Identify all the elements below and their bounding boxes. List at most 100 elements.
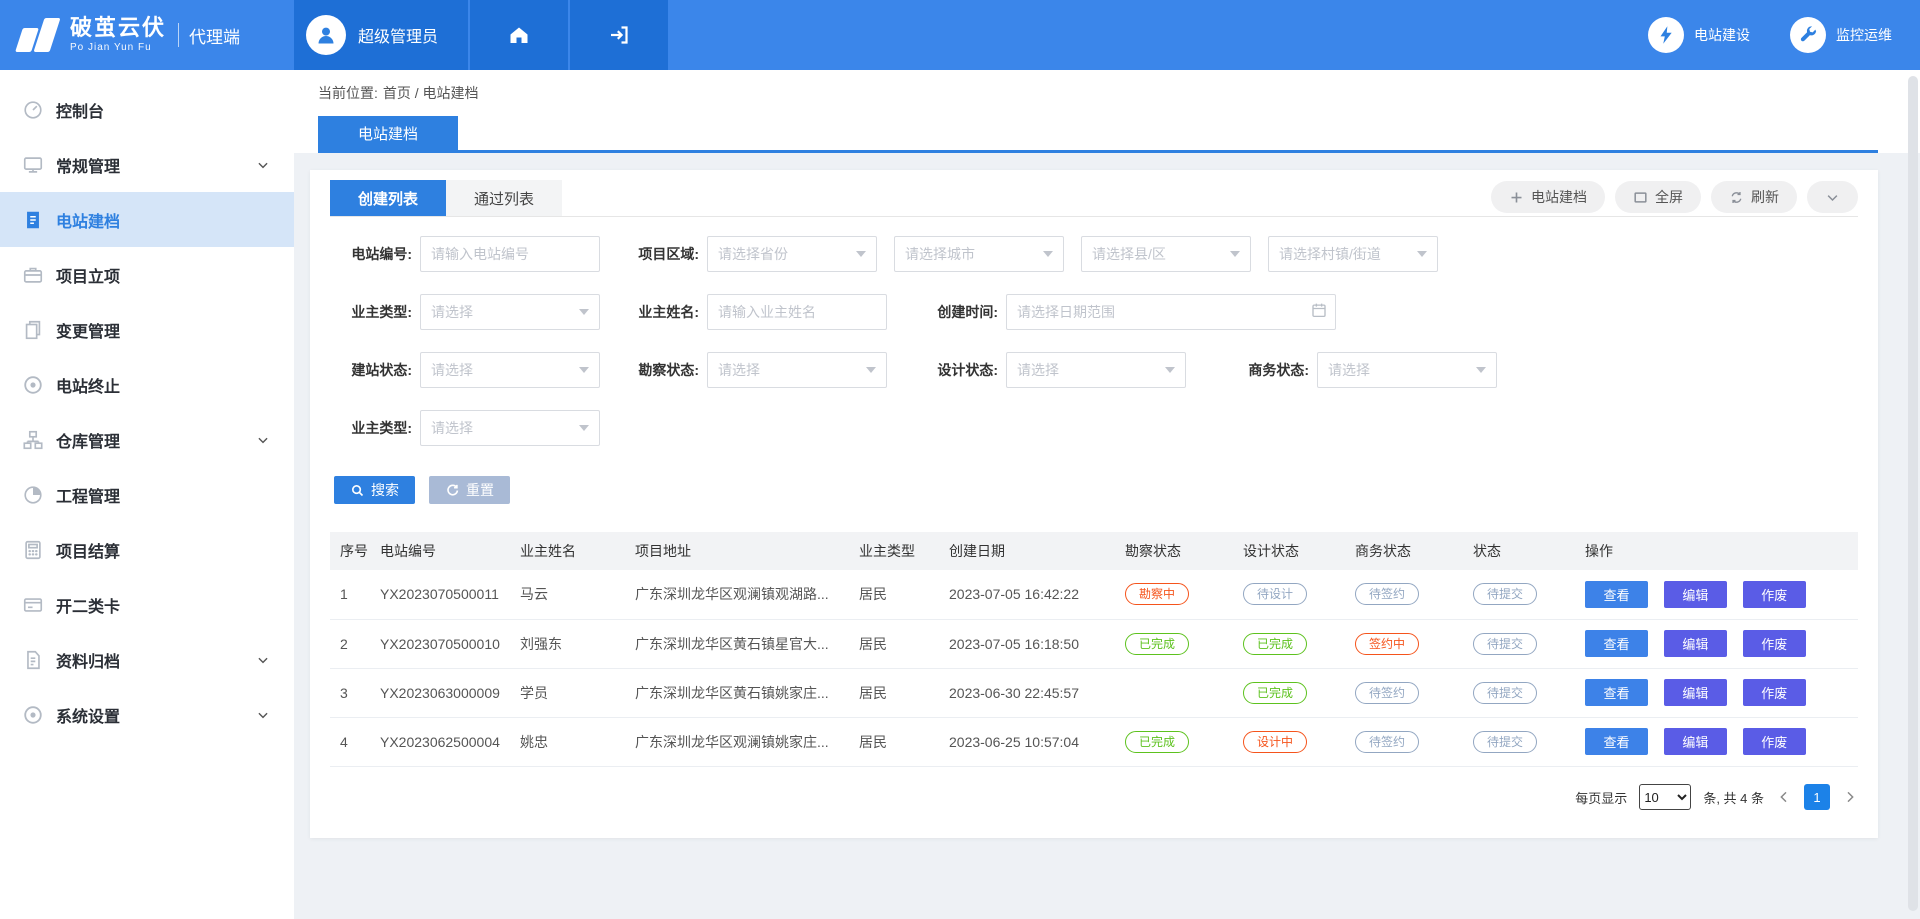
home-icon (507, 23, 531, 47)
owner-type-select[interactable]: 请选择 (420, 294, 600, 330)
fullscreen-icon (1633, 190, 1648, 205)
city-select[interactable]: 请选择城市 (894, 236, 1064, 272)
sidebar-item-console[interactable]: 控制台 (0, 82, 294, 137)
calendar-icon (1310, 301, 1328, 319)
home-button[interactable] (470, 0, 570, 70)
fullscreen-button[interactable]: 全屏 (1615, 181, 1701, 213)
filter-label: 创建时间: (916, 302, 1006, 322)
briefcase-icon (22, 264, 44, 286)
status-badge: 待提交 (1473, 731, 1537, 753)
sidebar-item-data-archive[interactable]: 资料归档 (0, 632, 294, 687)
district-select[interactable]: 请选择县/区 (1081, 236, 1251, 272)
sidebar-item-change-mgmt[interactable]: 变更管理 (0, 302, 294, 357)
survey-status-badge: 已完成 (1125, 731, 1189, 753)
business-status-select[interactable]: 请选择 (1317, 352, 1497, 388)
page-tab-underline (318, 150, 1878, 153)
view-button[interactable]: 查看 (1585, 630, 1648, 657)
sidebar-item-station-archive[interactable]: 电站建档 (0, 192, 294, 247)
search-button[interactable]: 搜索 (334, 476, 415, 504)
edit-button[interactable]: 编辑 (1664, 679, 1727, 706)
build-status-select[interactable]: 请选择 (420, 352, 600, 388)
design-status-select[interactable]: 请选择 (1006, 352, 1186, 388)
sidebar-item-open-card[interactable]: 开二类卡 (0, 577, 294, 632)
per-page-select[interactable]: 10 (1639, 784, 1691, 810)
reset-button[interactable]: 重置 (429, 476, 510, 504)
col-actions: 操作 (1575, 532, 1858, 570)
view-button[interactable]: 查看 (1585, 679, 1648, 706)
station-table: 序号 电站编号 业主姓名 项目地址 业主类型 创建日期 勘察状态 设计状态 商务… (330, 532, 1858, 767)
panel-actions: 电站建档 全屏 刷新 (1491, 181, 1858, 213)
breadcrumb-path[interactable]: 首页 / 电站建档 (383, 83, 479, 103)
page-number-1[interactable]: 1 (1804, 784, 1830, 810)
user-menu[interactable]: 超级管理员 (294, 0, 470, 70)
edit-button[interactable]: 编辑 (1664, 581, 1727, 608)
filter-form: 电站编号: 项目区域: 请选择省份 请选择城市 请选择县/区 请选择村镇/街道 … (330, 236, 1858, 504)
filter-label: 设计状态: (916, 360, 1006, 380)
filter-region: 项目区域: 请选择省份 请选择城市 请选择县/区 请选择村镇/街道 (617, 236, 1438, 272)
filter-label: 业主姓名: (617, 302, 707, 322)
view-button[interactable]: 查看 (1585, 581, 1648, 608)
sidebar-item-general-mgmt[interactable]: 常规管理 (0, 137, 294, 192)
date-range-input[interactable] (1006, 294, 1336, 330)
owner-type-select-2[interactable]: 请选择 (420, 410, 600, 446)
design-status-badge: 设计中 (1243, 731, 1307, 753)
scrollbar[interactable] (1908, 76, 1918, 911)
page-tab-station-archive[interactable]: 电站建档 (318, 116, 458, 150)
total-count-label: 条, 共 4 条 (1703, 788, 1764, 807)
col-status: 状态 (1463, 532, 1575, 570)
avatar (306, 15, 346, 55)
col-code: 电站编号 (370, 532, 510, 570)
user-segment: 超级管理员 (294, 0, 670, 70)
add-station-button[interactable]: 电站建档 (1491, 181, 1605, 213)
filter-created-time: 创建时间: (916, 294, 1336, 330)
per-page-label: 每页显示 (1575, 788, 1627, 807)
void-button[interactable]: 作废 (1743, 728, 1806, 755)
tab-passed-list[interactable]: 通过列表 (446, 180, 562, 216)
prev-page-button[interactable] (1776, 789, 1792, 805)
refresh-button[interactable]: 刷新 (1711, 181, 1797, 213)
sidebar-item-warehouse-mgmt[interactable]: 仓库管理 (0, 412, 294, 467)
collapse-button[interactable] (1807, 181, 1858, 213)
search-icon (350, 483, 365, 498)
filter-survey-status: 勘察状态: 请选择 (617, 352, 887, 388)
sidebar-item-system-settings[interactable]: 系统设置 (0, 687, 294, 742)
owner-name-input[interactable] (707, 294, 887, 330)
void-button[interactable]: 作废 (1743, 581, 1806, 608)
brand-logo-icon (16, 15, 62, 55)
edit-button[interactable]: 编辑 (1664, 630, 1727, 657)
col-created: 创建日期 (939, 532, 1115, 570)
province-select[interactable]: 请选择省份 (707, 236, 877, 272)
sidebar-item-engineering-mgmt[interactable]: 工程管理 (0, 467, 294, 522)
business-status-badge: 待签约 (1355, 682, 1419, 704)
archive-file-icon (22, 649, 44, 671)
nav-monitor-ops[interactable]: 监控运维 (1790, 17, 1892, 53)
filter-label: 项目区域: (617, 244, 707, 264)
sidebar-item-project-initiation[interactable]: 项目立项 (0, 247, 294, 302)
business-status-badge: 签约中 (1355, 633, 1419, 655)
tab-create-list[interactable]: 创建列表 (330, 180, 446, 216)
logout-button[interactable] (570, 0, 670, 70)
main-content: 当前位置: 首页 / 电站建档 电站建档 创建列表 通过列表 电站建档 全屏 刷… (294, 70, 1920, 919)
station-code-input[interactable] (420, 236, 600, 272)
topbar-nav: 电站建设 监控运维 (1648, 17, 1920, 53)
sidebar-item-project-settlement[interactable]: 项目结算 (0, 522, 294, 577)
col-index: 序号 (330, 532, 370, 570)
id-card-icon (22, 594, 44, 616)
sidebar-item-station-termination[interactable]: 电站终止 (0, 357, 294, 412)
filter-build-status: 建站状态: 请选择 (330, 352, 600, 388)
survey-status-badge: 勘察中 (1125, 583, 1189, 605)
void-button[interactable]: 作废 (1743, 679, 1806, 706)
table-row: 2 YX2023070500010 刘强东 广东深圳龙华区黄石镇星官大... 居… (330, 619, 1858, 668)
nav-station-build[interactable]: 电站建设 (1648, 17, 1750, 53)
table-header-row: 序号 电站编号 业主姓名 项目地址 业主类型 创建日期 勘察状态 设计状态 商务… (330, 532, 1858, 570)
void-button[interactable]: 作废 (1743, 630, 1806, 657)
next-page-button[interactable] (1842, 789, 1858, 805)
circle-dot-icon (22, 374, 44, 396)
caret-down-icon (579, 309, 589, 315)
town-select[interactable]: 请选择村镇/街道 (1268, 236, 1438, 272)
view-button[interactable]: 查看 (1585, 728, 1648, 755)
content-head: 当前位置: 首页 / 电站建档 电站建档 (294, 70, 1920, 153)
edit-button[interactable]: 编辑 (1664, 728, 1727, 755)
survey-status-select[interactable]: 请选择 (707, 352, 887, 388)
chevron-down-icon (256, 653, 270, 667)
